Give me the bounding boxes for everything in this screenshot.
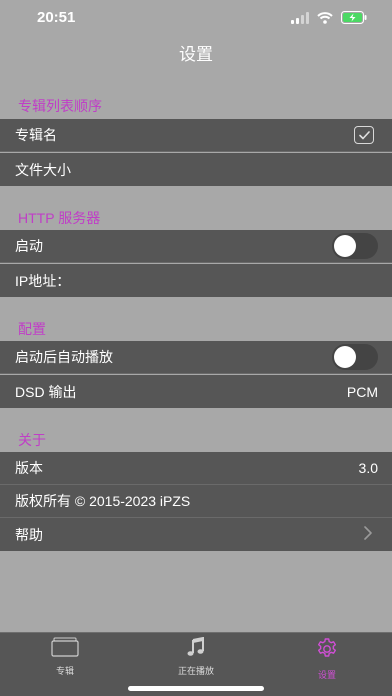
- section-header-config: 配置: [18, 321, 46, 337]
- setting-label: 版权所有 © 2015-2023 iPZS: [15, 493, 191, 509]
- tab-albums[interactable]: 专辑: [25, 637, 105, 677]
- setting-row-ip-address: IP地址：: [0, 264, 392, 297]
- autoplay-toggle[interactable]: [332, 344, 378, 370]
- tab-now-playing[interactable]: 正在播放: [156, 636, 236, 677]
- wifi-icon: [317, 11, 333, 29]
- battery-charging-icon: [341, 11, 367, 29]
- section-header-album-order: 专辑列表顺序: [18, 98, 102, 114]
- setting-label: IP地址：: [15, 272, 71, 289]
- setting-label: 版本: [15, 460, 43, 476]
- status-time: 20:51: [37, 9, 76, 26]
- section-header-http-server: HTTP 服务器: [18, 210, 101, 226]
- http-server-toggle[interactable]: [332, 233, 378, 259]
- setting-row-version: 版本 3.0: [0, 452, 392, 485]
- music-note-icon: [186, 636, 206, 661]
- toggle-knob: [334, 346, 356, 368]
- setting-row-help[interactable]: 帮助: [0, 518, 392, 551]
- setting-row-sort-by-size[interactable]: 文件大小: [0, 153, 392, 186]
- setting-label: 启动后自动播放: [15, 349, 113, 365]
- checkmark-icon[interactable]: [354, 126, 374, 144]
- status-bar: 20:51: [0, 0, 392, 36]
- album-icon: [51, 637, 79, 661]
- setting-row-copyright: 版权所有 © 2015-2023 iPZS: [0, 485, 392, 518]
- tab-label: 专辑: [55, 666, 74, 676]
- setting-value: PCM: [346, 383, 378, 400]
- gear-icon: [315, 638, 339, 665]
- setting-row-sort-by-name[interactable]: 专辑名: [0, 119, 392, 152]
- tab-settings[interactable]: 设置: [287, 637, 367, 681]
- setting-label: 帮助: [15, 526, 43, 543]
- setting-row-dsd-output[interactable]: DSD 输出 PCM: [0, 375, 392, 408]
- setting-label: DSD 输出: [15, 383, 77, 400]
- setting-label: 专辑名: [15, 127, 57, 143]
- cellular-icon: [291, 11, 309, 29]
- setting-row-http-start: 启动: [0, 230, 392, 263]
- tab-label: 正在播放: [177, 666, 214, 676]
- setting-label: 启动: [15, 238, 43, 254]
- section-header-about: 关于: [18, 432, 46, 448]
- toggle-knob: [334, 235, 356, 257]
- home-indicator: [128, 686, 264, 691]
- tab-label: 设置: [317, 670, 336, 680]
- chevron-right-icon: [362, 526, 378, 543]
- page-title: 设置: [179, 45, 213, 64]
- setting-value: 3.0: [358, 460, 378, 476]
- setting-row-autoplay: 启动后自动播放: [0, 341, 392, 374]
- setting-label: 文件大小: [15, 161, 71, 178]
